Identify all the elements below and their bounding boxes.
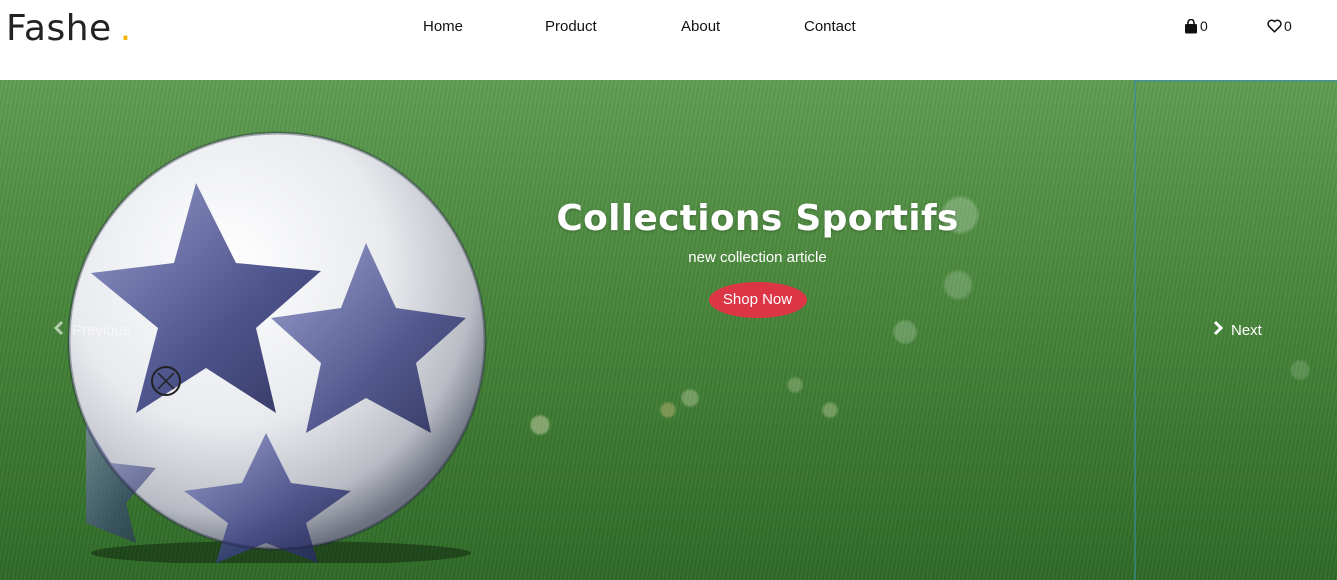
nav-link-product[interactable]: Product xyxy=(545,18,597,35)
hero-caption: Collections Sportifs new collection arti… xyxy=(500,198,1015,318)
heart-icon xyxy=(1267,19,1282,33)
chevron-left-icon xyxy=(53,320,64,340)
carousel-prev-label: Previous xyxy=(72,321,131,339)
wishlist-count: 0 xyxy=(1284,18,1292,34)
hero-carousel: Collections Sportifs new collection arti… xyxy=(0,80,1337,580)
nav-link-home[interactable]: Home xyxy=(423,18,463,35)
hero-divider-top xyxy=(1134,80,1337,82)
chevron-right-icon xyxy=(1213,320,1224,340)
carousel-next-button[interactable]: Next xyxy=(1213,320,1262,340)
nav-link-contact[interactable]: Contact xyxy=(804,18,856,35)
shopping-bag-icon xyxy=(1184,18,1198,34)
hero-divider xyxy=(1134,80,1136,580)
wishlist-button[interactable]: 0 xyxy=(1267,18,1292,34)
brand-logo[interactable]: Fashe. xyxy=(6,8,132,49)
brand-name: Fashe xyxy=(6,8,112,49)
navbar: Fashe. Home Product About Contact 0 0 xyxy=(0,0,1337,80)
cart-count: 0 xyxy=(1200,18,1208,34)
nav-link-about[interactable]: About xyxy=(681,18,720,35)
hero-subtitle: new collection article xyxy=(688,249,827,266)
cart-button[interactable]: 0 xyxy=(1184,18,1208,34)
shop-now-button[interactable]: Shop Now xyxy=(708,282,807,318)
brand-dot: . xyxy=(119,8,132,49)
carousel-prev-button[interactable]: Previous xyxy=(53,320,131,340)
carousel-next-label: Next xyxy=(1231,321,1262,339)
hero-title: Collections Sportifs xyxy=(556,198,959,239)
soccer-ball-image xyxy=(67,131,487,563)
